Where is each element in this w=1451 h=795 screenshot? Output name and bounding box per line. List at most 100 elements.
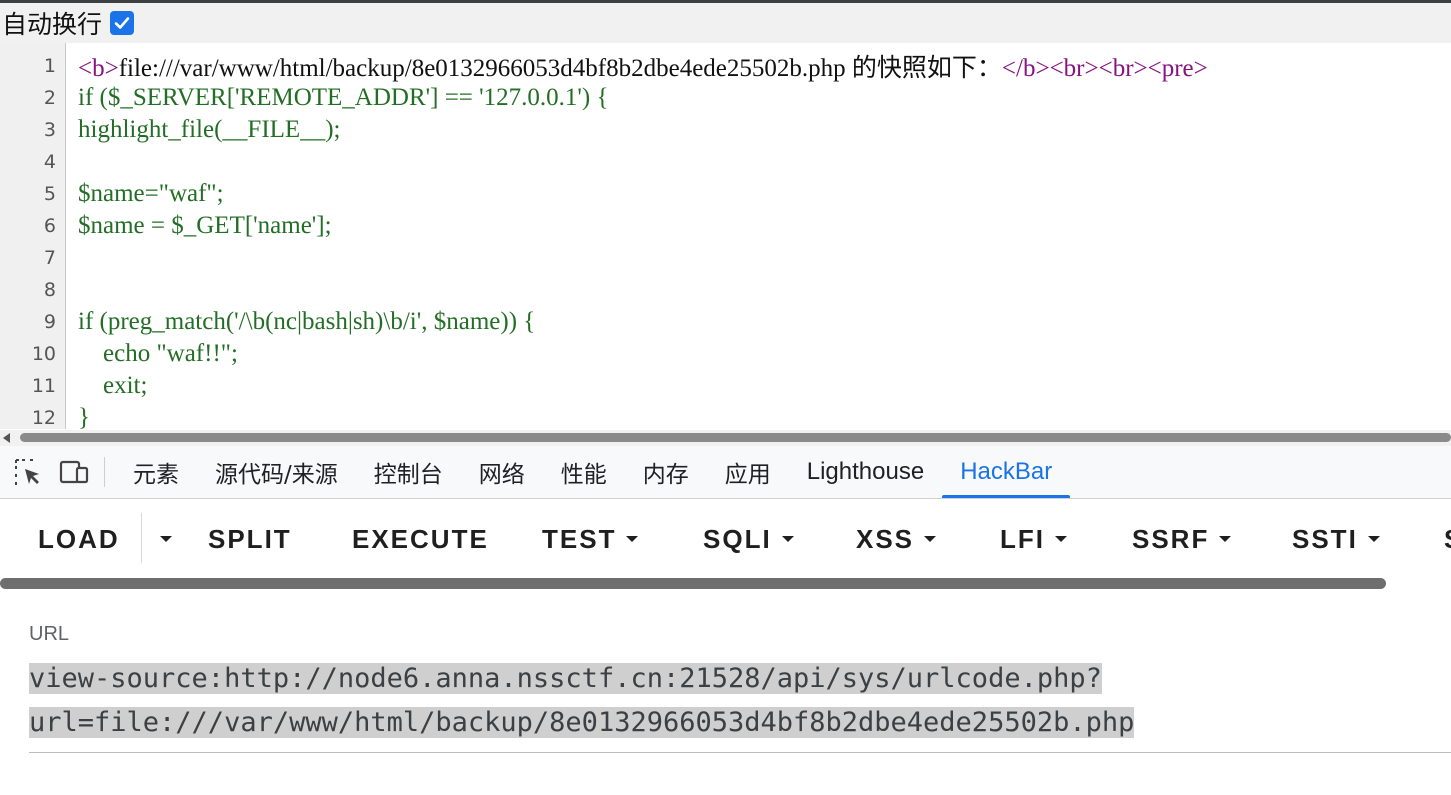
code-token-php: $name = $_GET['name'];: [78, 212, 332, 239]
tab-network[interactable]: 网络: [461, 446, 543, 498]
code-text: highlight_file(__FILE__);: [78, 116, 340, 144]
button-label: SQLI: [703, 523, 772, 554]
code-token-php: echo "waf!!";: [78, 340, 238, 367]
device-toggle-icon[interactable]: [56, 454, 92, 490]
url-field-underline: [29, 752, 1451, 753]
devtools-tab-bar: 元素 源代码/来源 控制台 网络 性能 内存 应用 Lighthouse HackBar: [0, 446, 1451, 499]
line-number: 3: [43, 119, 56, 141]
source-code-view: 1 <b>file:///var/www/html/backup/8e013296…: [0, 43, 1451, 429]
caret-down-icon: [160, 536, 172, 542]
lfi-menu-button[interactable]: LFI: [1000, 521, 1067, 557]
tab-hackbar[interactable]: HackBar: [942, 446, 1071, 498]
source-horizontal-scrollbar[interactable]: [0, 430, 1451, 446]
tab-performance[interactable]: 性能: [543, 446, 625, 498]
url-textarea[interactable]: view-source:http://node6.anna.nssctf.cn:…: [29, 657, 1289, 745]
url-line-2: url=file:///var/www/html/backup/8e013296…: [29, 707, 1135, 738]
code-line: 11 exit;: [0, 370, 1451, 402]
code-text: }: [78, 404, 90, 429]
line-number: 6: [43, 215, 56, 237]
tab-application[interactable]: 应用: [707, 446, 789, 498]
code-line: 2 if ($_SERVER['REMOTE_ADDR'] == '127.0.0…: [0, 82, 1451, 114]
line-number: 11: [31, 375, 56, 397]
code-line: 5 $name="waf";: [0, 178, 1451, 210]
toolbar-divider: [104, 457, 105, 487]
caret-down-icon: [1219, 536, 1232, 542]
code-line: 7: [0, 242, 1451, 274]
code-text: if (preg_match('/\b(nc|bash|sh)\b/i', $n…: [78, 308, 535, 336]
button-label: SPLIT: [208, 523, 292, 554]
button-label: SSRF: [1132, 523, 1210, 554]
caret-down-icon: [924, 536, 937, 542]
code-line: 8: [0, 274, 1451, 306]
code-line: 3 highlight_file(__FILE__);: [0, 114, 1451, 146]
code-line: 4: [0, 146, 1451, 178]
line-number: 12: [31, 407, 56, 429]
line-number: 9: [43, 311, 56, 333]
line-wrap-label: 自动换行: [2, 10, 103, 39]
code-line: 6 $name = $_GET['name'];: [0, 210, 1451, 242]
url-label: URL: [29, 623, 70, 645]
code-text: echo "waf!!";: [78, 340, 238, 368]
test-menu-button[interactable]: TEST: [542, 521, 639, 557]
line-number: 2: [43, 87, 56, 109]
code-token-php: $name="waf";: [78, 180, 224, 207]
ssti-menu-button[interactable]: SSTI: [1292, 521, 1380, 557]
line-wrap-bar: 自动换行: [0, 3, 1451, 43]
button-label: LFI: [1000, 523, 1045, 554]
load-button[interactable]: LOAD: [38, 521, 120, 557]
code-text: exit;: [78, 372, 147, 400]
url-line-1: view-source:http://node6.anna.nssctf.cn:…: [29, 663, 1102, 694]
code-text: $name = $_GET['name'];: [78, 212, 332, 240]
line-wrap-checkbox[interactable]: [110, 11, 135, 35]
next-menu-button-partial[interactable]: S: [1444, 521, 1451, 557]
code-token-php: }: [78, 404, 90, 429]
code-token-php: exit;: [78, 372, 148, 399]
button-label: SSTI: [1292, 523, 1358, 554]
code-text: $name="waf";: [78, 180, 224, 208]
execute-button[interactable]: EXECUTE: [352, 521, 489, 557]
scroll-left-arrow-icon[interactable]: [3, 433, 10, 443]
split-button[interactable]: SPLIT: [208, 521, 292, 557]
caret-down-icon: [781, 536, 794, 542]
tab-sources[interactable]: 源代码/来源: [197, 446, 356, 498]
load-dropdown-button[interactable]: [150, 521, 172, 557]
scrollbar-thumb[interactable]: [20, 433, 1451, 442]
line-number: 1: [43, 55, 56, 77]
line-number: 5: [43, 183, 56, 205]
hackbar-toolbar: LOAD SPLIT EXECUTE TEST SQLI XSS LFI SSRF SSTI S: [0, 499, 1451, 579]
checkmark-icon: [114, 17, 130, 29]
hackbar-toolbar-scrollbar[interactable]: [0, 578, 1386, 589]
code-token-tag: </b><br><br><pre>: [1001, 55, 1208, 82]
button-label: TEST: [542, 523, 617, 554]
code-token-php: if ($_SERVER['REMOTE_ADDR'] == '127.0.0.…: [78, 84, 609, 111]
line-number: 10: [31, 343, 56, 365]
line-number: 7: [43, 247, 56, 269]
xss-menu-button[interactable]: XSS: [856, 521, 937, 557]
ssrf-menu-button[interactable]: SSRF: [1132, 521, 1232, 557]
line-number: 8: [43, 279, 56, 301]
code-line: 1 <b>file:///var/www/html/backup/8e013296…: [0, 50, 1451, 82]
load-split-divider: [141, 513, 142, 563]
tab-memory[interactable]: 内存: [625, 446, 707, 498]
sqli-menu-button[interactable]: SQLI: [703, 521, 794, 557]
button-label: EXECUTE: [352, 523, 489, 554]
caret-down-icon: [626, 536, 639, 542]
code-line: 10 echo "waf!!";: [0, 338, 1451, 370]
code-line: 9 if (preg_match('/\b(nc|bash|sh)\b/i', $…: [0, 306, 1451, 338]
code-token-tag: <b>: [78, 55, 119, 82]
tab-console[interactable]: 控制台: [356, 446, 461, 498]
code-text: <b>file:///var/www/html/backup/8e0132966…: [78, 48, 1208, 84]
button-label: XSS: [856, 523, 915, 554]
inspect-element-icon[interactable]: [10, 454, 46, 490]
caret-down-icon: [1367, 536, 1380, 542]
code-text: if ($_SERVER['REMOTE_ADDR'] == '127.0.0.…: [78, 84, 609, 112]
code-line: 12}: [0, 402, 1451, 429]
button-label: LOAD: [38, 523, 120, 554]
tab-elements[interactable]: 元素: [115, 446, 197, 498]
code-token-php: highlight_file(__FILE__);: [78, 116, 341, 143]
line-number: 4: [43, 151, 56, 173]
tab-lighthouse[interactable]: Lighthouse: [789, 446, 942, 498]
code-token-txt: file:///var/www/html/backup/8e0132966053…: [118, 55, 1002, 82]
button-label: S: [1444, 524, 1451, 555]
code-token-php: if (preg_match('/\b(nc|bash|sh)\b/i', $n…: [78, 308, 536, 335]
